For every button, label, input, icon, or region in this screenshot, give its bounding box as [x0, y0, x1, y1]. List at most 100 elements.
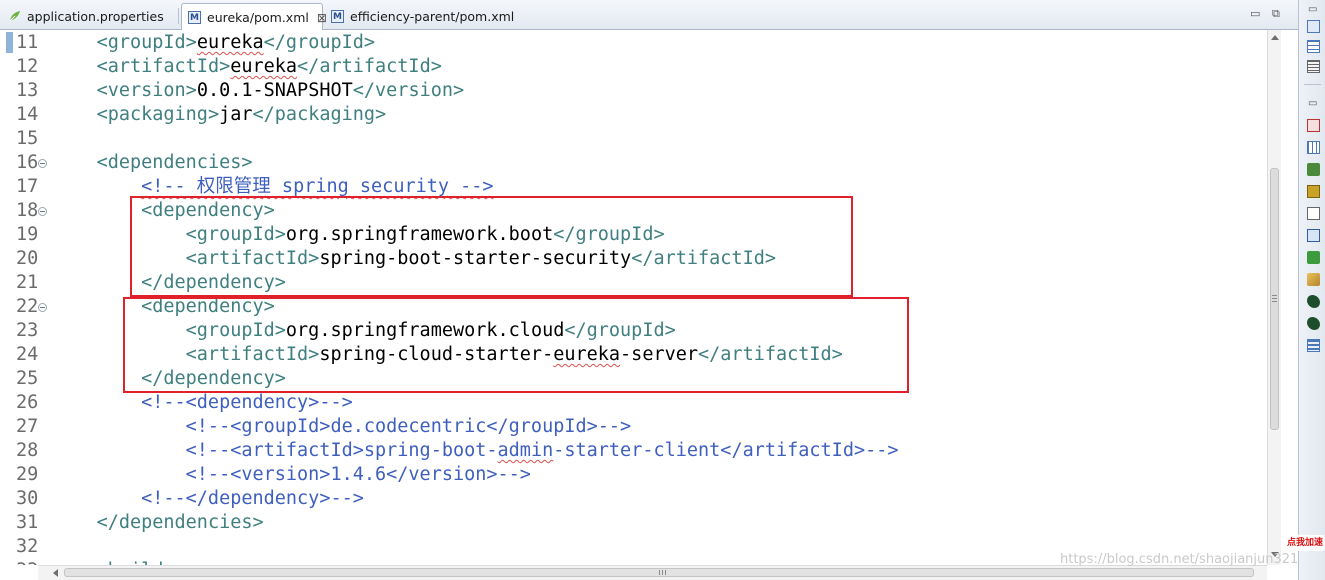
scroll-up-icon[interactable]: [1271, 35, 1279, 40]
fold-toggle-icon[interactable]: [38, 159, 47, 168]
line-number: 28: [16, 440, 39, 461]
watermark: https://blog.csdn.net/shaojianjun321: [1060, 552, 1299, 567]
line-number: 18: [16, 200, 39, 221]
search-view-icon[interactable]: [1307, 273, 1320, 286]
maximize-icon[interactable]: ⧉: [1272, 7, 1280, 21]
grip-line: [659, 570, 660, 575]
xml-text: [52, 416, 186, 437]
grip-line: [665, 570, 666, 575]
junit-view-icon[interactable]: [1307, 339, 1320, 352]
xml-comment: <!--<dependency>-->: [141, 392, 353, 413]
line-number: 24: [16, 344, 39, 365]
snippets-view-icon[interactable]: [1307, 207, 1320, 220]
line-number: 23: [16, 320, 39, 341]
line-number: 31: [16, 512, 39, 533]
restore-icon[interactable]: ▭: [1308, 4, 1321, 17]
vertical-scrollbar[interactable]: [1267, 30, 1281, 565]
xml-text: [52, 200, 141, 221]
xml-comment: <!--</dependency>-->: [141, 488, 364, 509]
xml-text: [52, 56, 97, 77]
line-number: 32: [16, 536, 39, 557]
vertical-scroll-thumb[interactable]: [1270, 168, 1279, 430]
data-source-explorer-icon[interactable]: [1307, 185, 1320, 198]
code-text: <!--<version>1.4.6</version>-->: [52, 463, 531, 487]
restore-icon[interactable]: ▭: [1308, 98, 1321, 111]
progress-view-icon[interactable]: [1307, 251, 1320, 264]
properties-view-icon[interactable]: [1307, 141, 1320, 154]
line-number: 30: [16, 488, 39, 509]
xml-comment: <!--<artifactId>spring-boot-: [185, 440, 498, 461]
xml-tag: </artifactId>: [297, 56, 442, 77]
xml-comment: <!--<version>1.4.6</version>-->: [185, 464, 531, 485]
highlight-box-security-dependency: [130, 196, 853, 297]
code-text: <dependencies>: [52, 151, 253, 175]
code-text: <!--</dependency>-->: [52, 487, 364, 511]
tomcat-icon[interactable]: [1307, 295, 1320, 308]
horizontal-scrollbar[interactable]: [38, 565, 1267, 580]
fold-toggle-icon[interactable]: [38, 207, 47, 216]
minimize-icon[interactable]: ▭: [1250, 7, 1260, 20]
code-text: <version>0.0.1-SNAPSHOT</version>: [52, 79, 465, 103]
code-text: <!--<dependency>-->: [52, 391, 353, 415]
maven-pom-icon: M: [188, 11, 201, 24]
xml-tag: </version>: [352, 80, 465, 101]
console-view-icon[interactable]: [1307, 229, 1320, 242]
toolbar-divider: [1304, 84, 1321, 85]
right-view-toolbar: ▭ ▭: [1298, 0, 1325, 580]
xml-text: [52, 392, 141, 413]
xml-comment: admin: [497, 440, 554, 461]
code-text: <!--<artifactId>spring-boot-admin-starte…: [52, 439, 899, 463]
servers-view-icon[interactable]: [1307, 163, 1320, 176]
fold-toggle-icon[interactable]: [38, 303, 47, 312]
xml-comment: <!-- 权限管理 spring security -->: [141, 176, 494, 197]
tab-application-properties[interactable]: application.properties: [2, 3, 164, 30]
code-text: <groupId>eureka</groupId>: [52, 31, 375, 55]
outline-view-icon[interactable]: [1307, 20, 1320, 33]
xml-comment: -starter-client</artifactId>-->: [553, 440, 899, 461]
line-number: 27: [16, 416, 39, 437]
gutter-corner: [0, 565, 38, 580]
xml-editor[interactable]: 11 <groupId>eureka</groupId> 12 <artifact…: [0, 30, 1267, 565]
xml-tag: </groupId>: [263, 32, 376, 53]
tab-efficiency-parent-pom[interactable]: M efficiency-parent/pom.xml: [325, 3, 514, 30]
speed-up-badge[interactable]: 点我加速: [1287, 535, 1325, 551]
xml-text: [52, 176, 141, 197]
xml-text: 0.0.1-SNAPSHOT: [196, 80, 353, 101]
line-number: 13: [16, 80, 39, 101]
task-list-icon[interactable]: [1307, 60, 1320, 73]
xml-tag: <packaging>: [96, 104, 220, 125]
xml-text: eureka: [196, 32, 264, 53]
code-text: <artifactId>eureka</artifactId>: [52, 55, 442, 79]
xml-text: [52, 464, 186, 485]
tab-divider: [178, 8, 179, 24]
grip-line: [1272, 295, 1277, 296]
editor-tab-bar: application.properties M eureka/pom.xml …: [0, 0, 1298, 31]
xml-tag: <dependencies>: [96, 152, 253, 173]
line-number: 19: [16, 224, 39, 245]
line-number: 12: [16, 56, 39, 77]
grip-line: [1272, 298, 1277, 299]
line-number: 29: [16, 464, 39, 485]
xml-tag: <groupId>: [96, 32, 197, 53]
xml-text: [52, 32, 97, 53]
tab-eureka-pom[interactable]: M eureka/pom.xml ⊠: [181, 3, 327, 31]
xml-tag: </dependencies>: [96, 512, 264, 533]
hierarchy-view-icon[interactable]: [1307, 40, 1320, 53]
xml-tag: <version>: [96, 80, 197, 101]
horizontal-scroll-thumb[interactable]: [64, 568, 1254, 577]
code-text: <packaging>jar</packaging>: [52, 103, 387, 127]
problems-view-icon[interactable]: [1307, 119, 1320, 132]
properties-file-icon: [8, 10, 21, 23]
current-line-marker: [6, 32, 13, 53]
code-text: </dependencies>: [52, 511, 264, 535]
line-number: 20: [16, 248, 39, 269]
line-number: 11: [16, 32, 39, 53]
xml-text: [52, 440, 186, 461]
tomcat-icon[interactable]: [1307, 317, 1320, 330]
xml-text: [52, 80, 97, 101]
line-number: 17: [16, 176, 39, 197]
scroll-left-icon[interactable]: [53, 569, 58, 577]
xml-text: [52, 104, 97, 125]
xml-text: eureka: [230, 56, 298, 77]
grip-line: [1272, 301, 1277, 302]
